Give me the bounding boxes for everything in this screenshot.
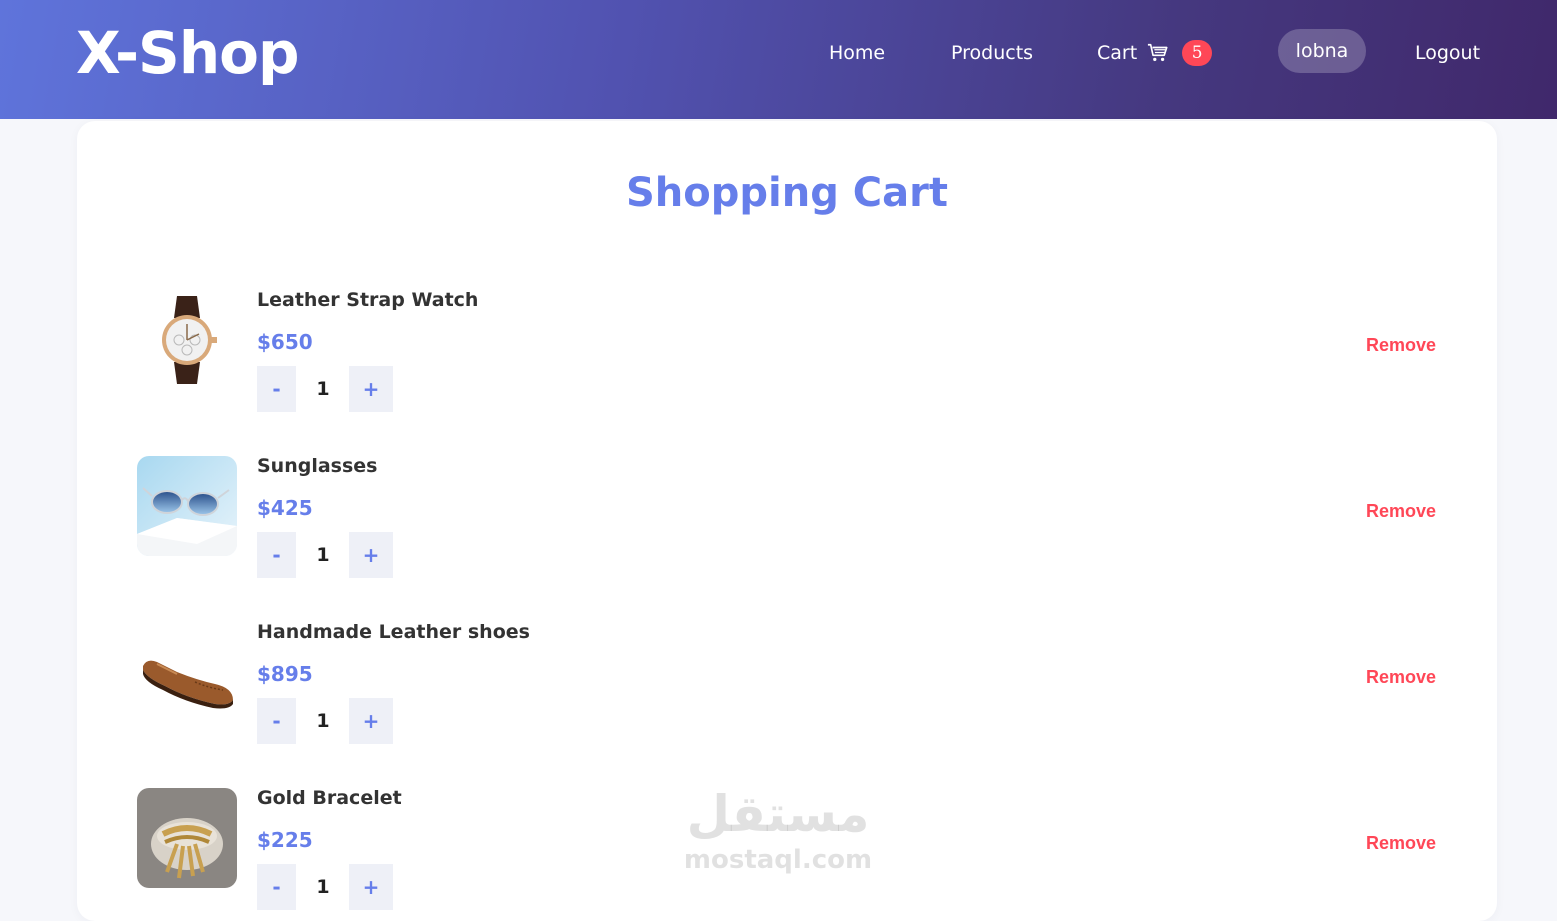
remove-item-button[interactable]: Remove xyxy=(1366,828,1436,858)
item-name: Sunglasses xyxy=(257,455,378,477)
watch-image xyxy=(137,290,237,390)
remove-item-button[interactable]: Remove xyxy=(1366,662,1436,692)
bracelet-image xyxy=(137,788,237,888)
item-price: $650 xyxy=(257,330,313,354)
quantity-increase-button[interactable]: + xyxy=(349,698,393,744)
item-name: Gold Bracelet xyxy=(257,787,402,809)
quantity-decrease-button[interactable]: - xyxy=(257,366,296,412)
quantity-increase-button[interactable]: + xyxy=(349,366,393,412)
quantity-decrease-button[interactable]: - xyxy=(257,698,296,744)
quantity-value: 1 xyxy=(316,544,330,566)
item-price: $895 xyxy=(257,662,313,686)
quantity-value: 1 xyxy=(316,710,330,732)
cart-icon xyxy=(1147,42,1169,64)
quantity-decrease-button[interactable]: - xyxy=(257,532,296,578)
cart-item: Leather Strap Watch $650 - 1 + Remove xyxy=(77,270,1497,420)
nav-logout-link[interactable]: Logout xyxy=(1415,38,1480,68)
quantity-value: 1 xyxy=(316,876,330,898)
remove-item-button[interactable]: Remove xyxy=(1366,496,1436,526)
cart-panel: Shopping Cart Leather Strap Watch $650 -… xyxy=(77,121,1497,921)
item-price: $225 xyxy=(257,828,313,852)
cart-item: Handmade Leather shoes $895 - 1 + Remove xyxy=(77,602,1497,752)
quantity-decrease-button[interactable]: - xyxy=(257,864,296,910)
item-name: Leather Strap Watch xyxy=(257,289,479,311)
quantity-increase-button[interactable]: + xyxy=(349,864,393,910)
brand-logo[interactable]: X-Shop xyxy=(76,18,299,88)
quantity-increase-button[interactable]: + xyxy=(349,532,393,578)
nav-cart-label: Cart xyxy=(1097,42,1138,64)
nav-home-link[interactable]: Home xyxy=(829,38,885,68)
remove-item-button[interactable]: Remove xyxy=(1366,330,1436,360)
quantity-value: 1 xyxy=(316,378,330,400)
user-name-pill[interactable]: lobna xyxy=(1278,29,1366,73)
item-price: $425 xyxy=(257,496,313,520)
navbar: X-Shop Home Products Cart 5 lobna Logout xyxy=(0,0,1557,119)
item-name: Handmade Leather shoes xyxy=(257,621,530,643)
cart-count-badge: 5 xyxy=(1182,40,1213,66)
page-title: Shopping Cart xyxy=(626,170,948,216)
nav-products-link[interactable]: Products xyxy=(951,38,1033,68)
shoes-image xyxy=(137,622,237,722)
sunglasses-image xyxy=(137,456,237,556)
cart-item: Sunglasses $425 - 1 + Remove xyxy=(77,436,1497,586)
nav-cart-link[interactable]: Cart 5 xyxy=(1097,38,1213,68)
